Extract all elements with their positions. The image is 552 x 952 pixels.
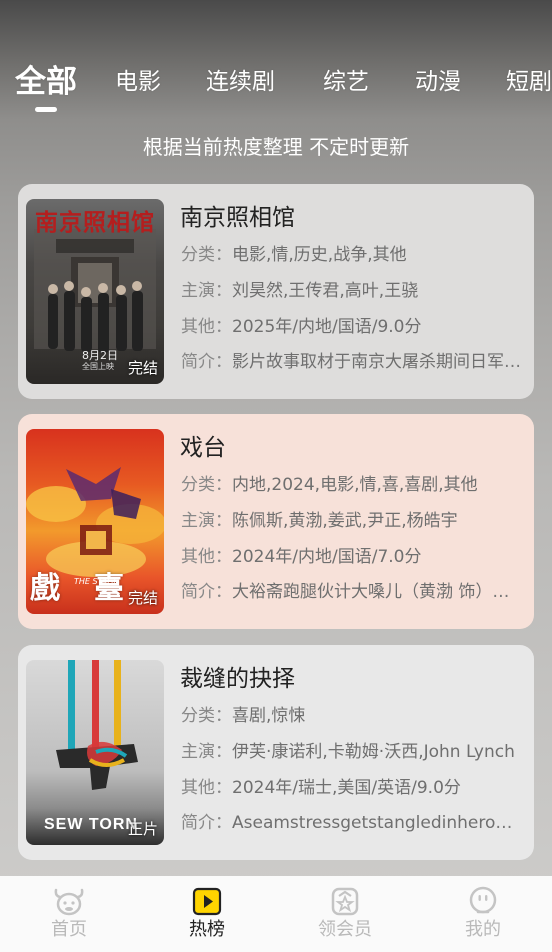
nav-vip-label: 领会员 [318, 919, 372, 940]
item-title: 南京照相馆 [180, 205, 295, 231]
bottom-nav: 首页 热榜 领会员 我的 [0, 876, 552, 952]
status-badge: 完结 [127, 359, 158, 377]
other-info-row: 其他：2024年/瑞士,美国/英语/9.0分 [181, 778, 461, 798]
vip-gift-icon [276, 884, 414, 918]
nav-vip[interactable]: 领会员 [276, 884, 414, 942]
other-info-row: 其他：2025年/内地/国语/9.0分 [181, 317, 422, 337]
item-title: 裁缝的抉择 [180, 666, 295, 692]
tab-anime[interactable]: 动漫 [415, 56, 461, 108]
poster-image[interactable]: SEW TORN 正片 [26, 660, 164, 845]
play-box-icon [138, 884, 276, 918]
category-row: 分类：电影,情,历史,战争,其他 [181, 245, 407, 265]
cow-face-icon [0, 884, 138, 918]
tab-short-drama[interactable]: 短剧 [506, 56, 552, 108]
status-badge: 正片 [127, 820, 158, 838]
nav-hot-list-label: 热榜 [189, 919, 225, 940]
nav-profile-label: 我的 [465, 919, 501, 940]
poster-subtitle: THE STAGE [74, 577, 119, 586]
nav-hot-list[interactable]: 热榜 [138, 884, 276, 942]
nav-home[interactable]: 首页 [0, 884, 138, 942]
cast-row: 主演：陈佩斯,黄渤,姜武,尹正,杨皓宇 [181, 511, 458, 531]
intro-row: 简介：影片故事取材于南京大屠杀期间日军暴行的真实照片 [181, 352, 521, 372]
other-info-row: 其他：2024年/内地/国语/7.0分 [181, 547, 422, 567]
ranking-subtitle: 根据当前热度整理 不定时更新 [142, 135, 410, 159]
tab-movies[interactable]: 电影 [115, 56, 161, 108]
poster-release-sub: 全国上映 [82, 362, 114, 371]
intro-row: 简介：Aseamstressgetstangledinherownworkwhe… [181, 813, 521, 833]
intro-row: 简介：大裕斋跑腿伙计大嗓儿（黄渤 饰）阴差阳错 [181, 582, 521, 602]
category-tabs: 全部 电影 连续剧 综艺 动漫 短剧 [0, 56, 552, 116]
list-item[interactable]: SEW TORN 正片 裁缝的抉择 分类：喜剧,惊悚 主演：伊芙·康诺利,卡勒姆… [18, 645, 534, 860]
item-title: 戏台 [180, 435, 226, 461]
status-badge: 完结 [127, 589, 158, 607]
cast-row: 主演：伊芙·康诺利,卡勒姆·沃西,John Lynch [181, 742, 515, 762]
poster-image[interactable]: 南京照相馆 8月2日 全国上映 完结 [26, 199, 164, 384]
active-tab-indicator [35, 107, 57, 112]
poster-title-text: SEW TORN [44, 816, 138, 833]
nav-profile[interactable]: 我的 [414, 884, 552, 942]
profile-face-icon [414, 884, 552, 918]
tab-variety[interactable]: 综艺 [323, 56, 369, 108]
category-row: 分类：喜剧,惊悚 [181, 706, 306, 726]
nav-home-label: 首页 [51, 919, 87, 940]
tab-series[interactable]: 连续剧 [206, 56, 275, 108]
poster-title-text: 南京照相馆 [35, 209, 155, 236]
category-row: 分类：内地,2024,电影,情,喜,喜剧,其他 [181, 475, 478, 495]
poster-image[interactable]: 戲臺 THE STAGE 完结 [26, 429, 164, 614]
list-item[interactable]: 戲臺 THE STAGE 完结 戏台 分类：内地,2024,电影,情,喜,喜剧,… [18, 414, 534, 629]
cast-row: 主演：刘昊然,王传君,高叶,王骁 [181, 281, 419, 301]
list-item[interactable]: 南京照相馆 8月2日 全国上映 完结 南京照相馆 分类：电影,情,历史,战争,其… [18, 184, 534, 399]
tab-all[interactable]: 全部 [15, 56, 77, 108]
